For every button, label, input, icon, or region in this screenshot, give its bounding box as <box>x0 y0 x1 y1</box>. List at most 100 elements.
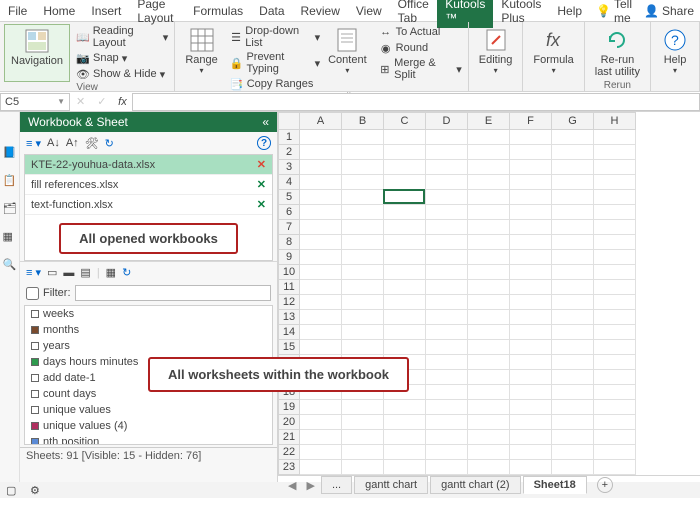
grid-cell[interactable] <box>510 190 552 205</box>
workbook-item[interactable]: fill references.xlsx✕ <box>25 175 272 195</box>
grid-cell[interactable] <box>594 295 636 310</box>
grid-cell[interactable] <box>552 340 594 355</box>
grid-cell[interactable] <box>300 340 342 355</box>
grid-cell[interactable] <box>594 355 636 370</box>
worksheet-item[interactable]: weeks <box>25 306 272 322</box>
grid-cell[interactable] <box>552 190 594 205</box>
close-workbook-icon[interactable]: ✕ <box>257 198 266 211</box>
grid-cell[interactable] <box>300 235 342 250</box>
show-hide-button[interactable]: 👁Show & Hide ▾ <box>74 66 170 82</box>
worksheet-item[interactable]: unique values <box>25 402 272 418</box>
row-header[interactable]: 14 <box>278 325 300 340</box>
grid-cell[interactable] <box>468 355 510 370</box>
grid-cell[interactable] <box>594 415 636 430</box>
name-box[interactable]: C5▼ <box>0 93 70 111</box>
grid-cell[interactable] <box>552 265 594 280</box>
grid-cell[interactable] <box>594 385 636 400</box>
grid-cell[interactable] <box>510 175 552 190</box>
grid-cell[interactable] <box>426 460 468 475</box>
worksheet-item[interactable]: nth position <box>25 434 272 445</box>
grid-cell[interactable] <box>426 370 468 385</box>
row-header[interactable]: 7 <box>278 220 300 235</box>
grid-cell[interactable] <box>342 250 384 265</box>
grid-cell[interactable] <box>300 415 342 430</box>
grid-cell[interactable] <box>426 205 468 220</box>
namebox-dropdown-icon[interactable]: ▼ <box>57 97 65 106</box>
grid-cell[interactable] <box>552 310 594 325</box>
worksheet-item[interactable]: months <box>25 322 272 338</box>
grid-cell[interactable] <box>384 265 426 280</box>
grid-cell[interactable] <box>594 460 636 475</box>
ws-list-view-icon[interactable]: ≡ ▾ <box>26 266 41 279</box>
grid-cell[interactable] <box>384 160 426 175</box>
worksheet-item[interactable]: years <box>25 338 272 354</box>
grid-cell[interactable] <box>300 460 342 475</box>
grid-cell[interactable] <box>552 205 594 220</box>
sheet-tab[interactable]: gantt chart (2) <box>430 476 520 494</box>
grid-cell[interactable] <box>300 160 342 175</box>
menu-file[interactable]: File <box>0 1 35 21</box>
grid-cell[interactable] <box>552 400 594 415</box>
menu-help[interactable]: Help <box>549 1 590 21</box>
grid-cell[interactable] <box>594 280 636 295</box>
grid-cell[interactable] <box>468 400 510 415</box>
column-header[interactable]: F <box>510 112 552 130</box>
content-button[interactable]: Content▾ <box>322 24 373 92</box>
grid-cell[interactable] <box>594 445 636 460</box>
grid-cell[interactable] <box>594 220 636 235</box>
grid-cell[interactable] <box>594 130 636 145</box>
menu-home[interactable]: Home <box>35 1 83 21</box>
side-name-icon[interactable]: 🗂 <box>3 202 17 216</box>
sort-desc-icon[interactable]: A↑ <box>66 137 79 149</box>
grid-cell[interactable] <box>300 190 342 205</box>
formula-button[interactable]: fx Formula▾ <box>527 24 579 77</box>
grid-cell[interactable] <box>510 400 552 415</box>
grid-cell[interactable] <box>342 280 384 295</box>
grid-cell[interactable] <box>552 370 594 385</box>
grid-cell[interactable] <box>300 250 342 265</box>
grid-cell[interactable] <box>594 400 636 415</box>
refresh-list-icon[interactable]: ↻ <box>105 137 114 150</box>
grid-cell[interactable] <box>384 175 426 190</box>
grid-cell[interactable] <box>468 415 510 430</box>
grid-cell[interactable] <box>468 295 510 310</box>
share[interactable]: 👤 Share <box>638 1 700 21</box>
grid-cell[interactable] <box>468 145 510 160</box>
prevent-typing-button[interactable]: 🔒Prevent Typing ▾ <box>228 50 322 76</box>
grid-cell[interactable] <box>468 250 510 265</box>
ws-hidden-icon[interactable]: ▭ <box>47 266 57 279</box>
ws-toggle-icon[interactable]: ▦ <box>106 266 116 279</box>
grid-cell[interactable] <box>300 430 342 445</box>
select-all-corner[interactable] <box>278 112 300 130</box>
row-header[interactable]: 9 <box>278 250 300 265</box>
grid-cell[interactable] <box>342 415 384 430</box>
side-workbook-icon[interactable]: 📘 <box>3 146 17 160</box>
grid-cell[interactable] <box>384 415 426 430</box>
row-header[interactable]: 21 <box>278 430 300 445</box>
fx-icon[interactable]: fx <box>112 96 132 108</box>
grid-cell[interactable] <box>342 310 384 325</box>
grid-cell[interactable] <box>468 445 510 460</box>
grid-cell[interactable] <box>468 175 510 190</box>
range-button[interactable]: Range▾ <box>179 24 223 92</box>
grid-cell[interactable] <box>300 325 342 340</box>
grid-cell[interactable] <box>594 145 636 160</box>
grid-cell[interactable] <box>426 295 468 310</box>
grid-cell[interactable] <box>426 430 468 445</box>
row-header[interactable]: 12 <box>278 295 300 310</box>
column-header[interactable]: D <box>426 112 468 130</box>
menu-insert[interactable]: Insert <box>83 1 129 21</box>
side-autotext-icon[interactable]: 📋 <box>3 174 17 188</box>
editing-button[interactable]: Editing▾ <box>473 24 519 77</box>
grid-cell[interactable] <box>342 190 384 205</box>
row-header[interactable]: 6 <box>278 205 300 220</box>
filter-input[interactable] <box>75 285 272 301</box>
grid-cell[interactable] <box>594 205 636 220</box>
ws-all-icon[interactable]: ▤ <box>80 266 90 279</box>
grid-cell[interactable] <box>468 265 510 280</box>
grid-cell[interactable] <box>552 235 594 250</box>
grid-cell[interactable] <box>342 205 384 220</box>
column-header[interactable]: C <box>384 112 426 130</box>
grid-cell[interactable] <box>426 415 468 430</box>
grid-cell[interactable] <box>594 265 636 280</box>
